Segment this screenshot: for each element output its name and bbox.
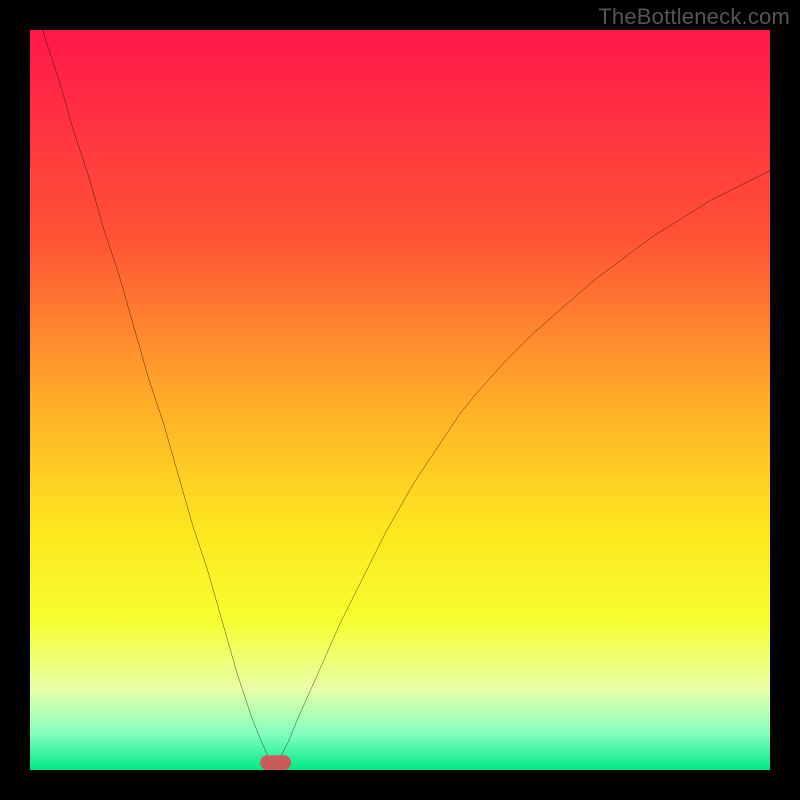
gradient-background xyxy=(30,30,770,770)
bottleneck-chart xyxy=(30,30,770,770)
optimal-point-marker xyxy=(260,755,291,770)
outer-frame: TheBottleneck.com xyxy=(0,0,800,800)
watermark-text: TheBottleneck.com xyxy=(598,4,790,30)
